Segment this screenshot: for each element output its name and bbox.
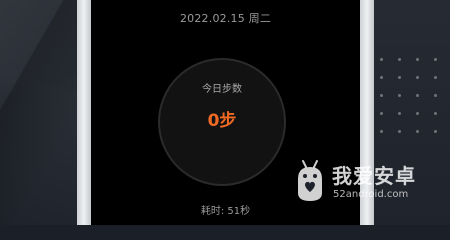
background-stage: 2022.02.15 周二 今日步数 0步 耗时: 51秒 我爱安卓 52and… (0, 0, 450, 225)
decor-dot (398, 130, 401, 133)
decor-dot (380, 130, 383, 133)
step-counter-ring: 今日步数 0步 (158, 58, 286, 186)
decor-dot (380, 58, 383, 61)
decor-dot (434, 94, 437, 97)
decor-dot (398, 94, 401, 97)
steps-count: 0步 (207, 111, 237, 131)
decor-dot (398, 112, 401, 115)
steps-title: 今日步数 (202, 84, 242, 95)
decor-dot (416, 58, 419, 61)
decor-dot (416, 112, 419, 115)
left-decor-panel (0, 0, 78, 225)
decor-dot (416, 130, 419, 133)
decor-dot (416, 94, 419, 97)
decor-dot (434, 58, 437, 61)
decor-dot (398, 76, 401, 79)
watermark-title: 我爱安卓 (332, 164, 416, 188)
decor-dot (380, 112, 383, 115)
decor-dot (434, 76, 437, 79)
phone-bezel-left (77, 0, 91, 225)
decor-dot (380, 94, 383, 97)
decor-dot (380, 76, 383, 79)
decor-dot (416, 76, 419, 79)
date-label: 2022.02.15 周二 (179, 12, 272, 25)
decor-dot (398, 58, 401, 61)
dot-grid (380, 58, 442, 138)
decor-dot (434, 130, 437, 133)
watermark-domain: 52android.com (333, 189, 409, 200)
decor-dot (434, 112, 437, 115)
watermark: 我爱安卓 52android.com (294, 156, 444, 208)
android-mascot-icon (298, 160, 322, 201)
